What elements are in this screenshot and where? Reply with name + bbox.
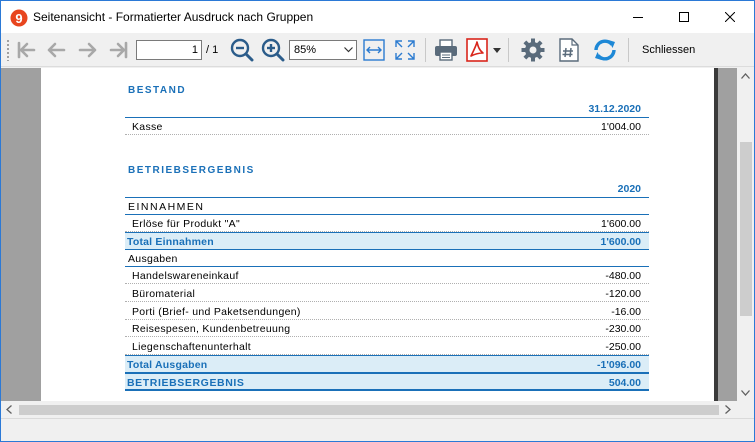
svg-text:9: 9 [15,11,22,26]
settings-button[interactable] [519,37,547,63]
total-value: 1'600.00 [600,236,641,248]
zoom-value: 85% [294,44,317,56]
table-row: Büromaterial -120.00 [125,285,649,302]
group-label: Ausgaben [128,253,178,265]
scroll-left-icon[interactable] [6,405,12,414]
zoom-select[interactable]: 85% [289,40,357,60]
next-page-button[interactable] [75,37,101,63]
title-bar: 9 Seitenansicht - Formatierter Ausdruck … [1,1,754,33]
arrow-right-icon [78,42,97,58]
page-edge-shadow [714,68,718,401]
row-value: 1'004.00 [601,121,641,133]
previous-page-button[interactable] [43,37,69,63]
toolbar-grip[interactable] [6,39,10,61]
scroll-up-icon[interactable] [741,73,750,79]
table-row: Handelswareneinkauf -480.00 [125,267,649,284]
row-label: Büromaterial [132,288,196,300]
last-page-icon [109,41,128,59]
close-window-button[interactable] [707,1,753,33]
fit-page-button[interactable] [392,37,418,63]
fit-page-icon [395,40,415,60]
section-title-betriebsergebnis: BETRIEBSERGEBNIS [128,165,255,176]
close-preview-button[interactable]: Schliessen [642,44,695,56]
column-header-date: 31.12.2020 [588,103,641,115]
result-value: 504.00 [608,377,641,389]
page-numbering-button[interactable] [557,37,581,63]
maximize-icon [679,12,689,22]
row-value: -250.00 [605,341,641,353]
total-label: Total Ausgaben [127,359,208,371]
row-label: Handelswareneinkauf [132,270,239,282]
page-total-label: / 1 [206,44,219,56]
row-value: -16.00 [611,306,641,318]
row-value: -480.00 [605,270,641,282]
minimize-icon [633,17,643,18]
group-header-einnahmen: EINNAHMEN [125,198,649,215]
first-page-button[interactable] [15,37,39,63]
toolbar-separator [508,38,509,62]
zoom-out-icon [230,38,254,62]
preview-window: 9 Seitenansicht - Formatierter Ausdruck … [0,0,755,442]
row-value: -120.00 [605,288,641,300]
last-page-button[interactable] [105,37,131,63]
printer-icon [435,39,457,61]
export-pdf-button[interactable] [465,37,489,63]
horizontal-scroll-thumb[interactable] [19,405,719,415]
minimize-button[interactable] [615,1,661,33]
vertical-scroll-thumb[interactable] [740,142,752,316]
total-row-einnahmen: Total Einnahmen 1'600.00 [125,232,649,250]
row-label: Kasse [132,121,163,133]
group-label: EINNAHMEN [128,201,205,213]
app-logo-icon: 9 [10,9,28,27]
toolbar-separator [628,38,629,62]
table-row: Porti (Brief- und Paketsendungen) -16.00 [125,303,649,320]
row-label: Reisespesen, Kundenbetreuung [132,323,291,335]
scroll-down-icon[interactable] [741,390,750,396]
refresh-icon [594,39,616,61]
close-icon [725,12,735,22]
hash-document-icon [559,38,579,62]
status-bar [1,418,754,441]
gear-icon [521,38,545,62]
fit-width-icon [363,39,385,61]
total-label: Total Einnahmen [127,236,214,248]
table-row: Kasse 1'004.00 [125,118,649,135]
row-label: Erlöse für Produkt "A" [132,218,241,230]
row-value: 1'600.00 [601,218,641,230]
row-value: -230.00 [605,323,641,335]
document-viewport[interactable]: BESTAND 31.12.2020 Kasse 1'004.00 BETRIE… [1,68,737,401]
scrollbar-corner [737,401,754,418]
result-row-betriebsergebnis: BETRIEBSERGEBNIS 504.00 [125,373,649,391]
total-value: -1'096.00 [597,359,641,371]
arrow-left-icon [47,42,66,58]
report-page: BESTAND 31.12.2020 Kasse 1'004.00 BETRIE… [41,68,714,401]
column-header-year: 2020 [617,183,641,195]
group-header-ausgaben: Ausgaben [125,250,649,267]
zoom-in-button[interactable] [260,37,286,63]
chevron-down-icon [344,47,353,53]
first-page-icon [17,41,36,59]
table-row: Liegenschaftenunterhalt -250.00 [125,338,649,355]
window-title: Seitenansicht - Formatierter Ausdruck na… [33,10,314,24]
row-label: Porti (Brief- und Paketsendungen) [132,306,301,318]
zoom-in-icon [261,38,285,62]
total-row-ausgaben: Total Ausgaben -1'096.00 [125,355,649,373]
pdf-icon [466,38,488,62]
export-dropdown-button[interactable] [491,37,503,63]
section-title-bestand: BESTAND [128,85,187,96]
page-number-input[interactable]: 1 [136,40,202,60]
scroll-right-icon[interactable] [725,405,731,414]
print-button[interactable] [432,37,460,63]
refresh-button[interactable] [591,37,619,63]
maximize-button[interactable] [661,1,707,33]
toolbar: 1 / 1 85% Schliessen [1,33,754,67]
row-label: Liegenschaftenunterhalt [132,341,251,353]
zoom-out-button[interactable] [229,37,255,63]
fit-width-button[interactable] [361,37,387,63]
toolbar-separator [425,38,426,62]
table-row: Reisespesen, Kundenbetreuung -230.00 [125,320,649,337]
table-row: Erlöse für Produkt "A" 1'600.00 [125,215,649,232]
result-label: BETRIEBSERGEBNIS [127,377,245,389]
caret-down-icon [493,47,501,53]
